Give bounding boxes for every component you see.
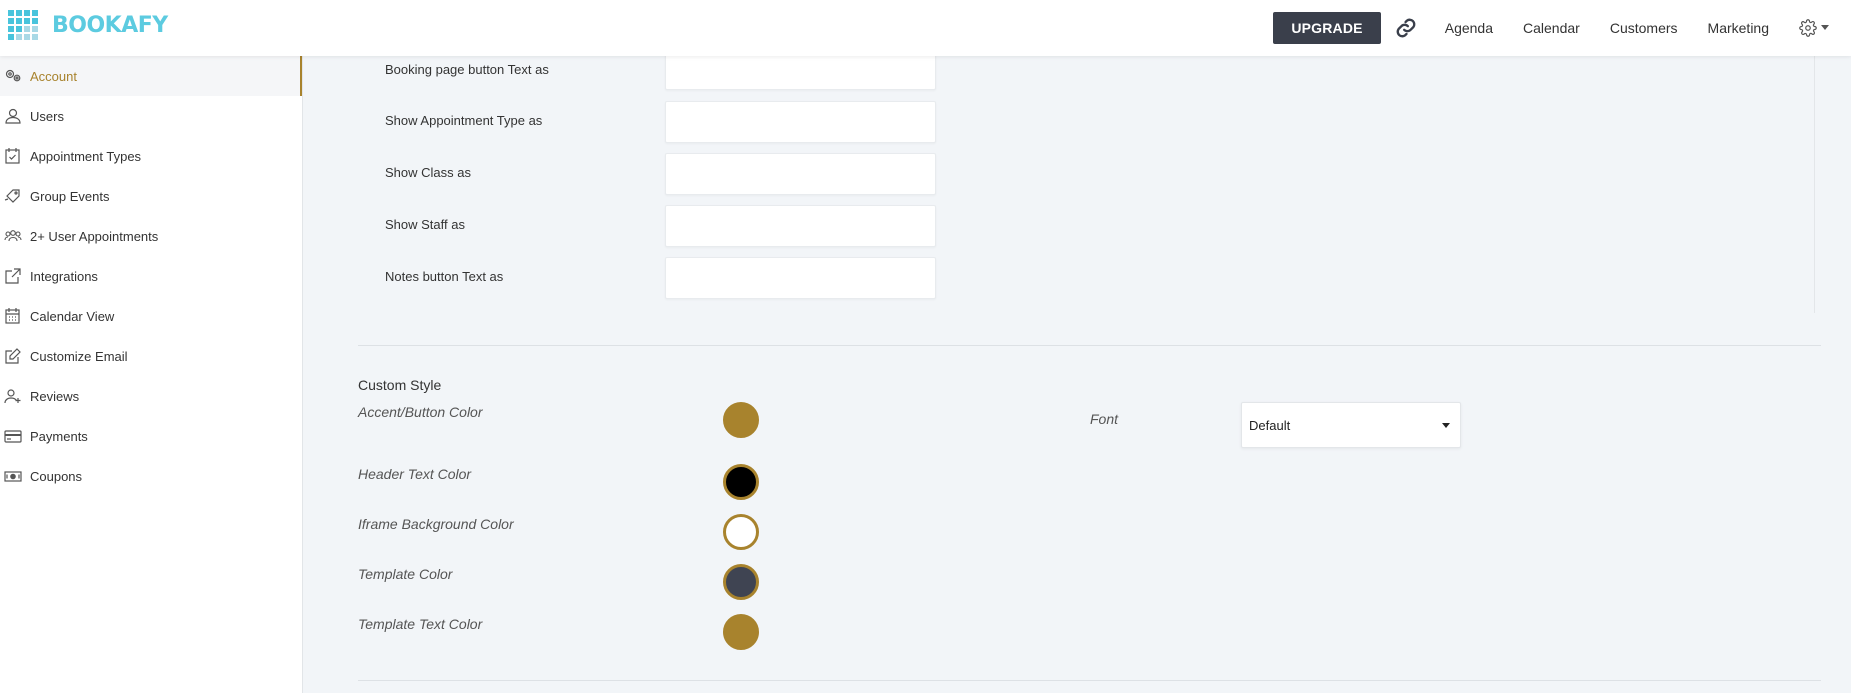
sidebar-item-coupons[interactable]: Coupons xyxy=(0,456,302,496)
upgrade-button[interactable]: UPGRADE xyxy=(1273,11,1381,44)
color-label: Header Text Color xyxy=(358,466,472,482)
sidebar-item-label: Account xyxy=(30,68,77,84)
nav-customers[interactable]: Customers xyxy=(1610,20,1678,36)
tag-icon xyxy=(4,187,22,205)
sidebar-item-label: Users xyxy=(30,108,64,124)
sidebar-item-reviews[interactable]: Reviews xyxy=(0,376,302,416)
user-icon xyxy=(4,107,22,125)
sidebar: Account Users Appointment Types Group Ev… xyxy=(0,56,303,693)
sidebar-item-payments[interactable]: Payments xyxy=(0,416,302,456)
font-select-value: Default xyxy=(1249,418,1291,433)
custom-style-title: Custom Style xyxy=(358,377,442,393)
sidebar-item-label: Payments xyxy=(30,428,88,444)
link-icon[interactable] xyxy=(1395,17,1417,39)
sidebar-item-users[interactable]: Users xyxy=(0,96,302,136)
gear-icon xyxy=(1799,18,1817,37)
nav-calendar[interactable]: Calendar xyxy=(1523,20,1580,36)
template-text-color-swatch[interactable] xyxy=(723,614,759,650)
font-select[interactable]: Default xyxy=(1241,402,1461,448)
calendar-check-icon xyxy=(4,147,22,165)
credit-card-icon xyxy=(4,427,22,445)
staff-text-input[interactable] xyxy=(665,205,936,247)
sidebar-item-group-events[interactable]: Group Events xyxy=(0,176,302,216)
template-color-swatch[interactable] xyxy=(723,564,759,600)
field-label: Show Staff as xyxy=(385,217,465,232)
calendar-icon xyxy=(4,307,22,325)
sidebar-item-calendar-view[interactable]: Calendar View xyxy=(0,296,302,336)
font-label: Font xyxy=(1090,411,1119,427)
chevron-down-icon xyxy=(1442,423,1450,428)
section-divider xyxy=(358,345,1821,346)
nav-agenda[interactable]: Agenda xyxy=(1445,20,1493,36)
top-nav: UPGRADE Agenda Calendar Customers Market… xyxy=(1273,11,1851,44)
iframe-background-color-swatch[interactable] xyxy=(723,514,759,550)
money-icon xyxy=(4,467,22,485)
panel-divider xyxy=(1814,56,1815,313)
accent-color-swatch[interactable] xyxy=(723,402,759,438)
top-bar: BOOKAFY UPGRADE Agenda Calendar Customer… xyxy=(0,0,1851,56)
field-label: Booking page button Text as xyxy=(385,62,549,77)
sidebar-item-label: Group Events xyxy=(30,188,110,204)
class-text-input[interactable] xyxy=(665,153,936,195)
sidebar-item-integrations[interactable]: Integrations xyxy=(0,256,302,296)
appointment-type-text-input[interactable] xyxy=(665,101,936,143)
field-label: Show Class as xyxy=(385,165,471,180)
sidebar-item-label: Coupons xyxy=(30,468,83,484)
settings-menu[interactable] xyxy=(1799,18,1829,37)
header-text-color-swatch[interactable] xyxy=(723,464,759,500)
user-plus-icon xyxy=(4,387,22,405)
sidebar-item-label: Reviews xyxy=(30,388,80,404)
sidebar-item-label: Calendar View xyxy=(30,308,115,324)
logo-text: BOOKAFY xyxy=(52,12,168,38)
color-label: Accent/Button Color xyxy=(358,404,483,420)
users-group-icon xyxy=(4,227,22,245)
color-label: Template Text Color xyxy=(358,616,483,632)
chevron-down-icon xyxy=(1821,25,1829,30)
gears-icon xyxy=(4,67,22,85)
edit-icon xyxy=(4,347,22,365)
color-label: Iframe Background Color xyxy=(358,516,514,532)
color-label: Template Color xyxy=(358,566,453,582)
logo-grid-icon xyxy=(8,10,40,40)
booking-button-text-input[interactable] xyxy=(665,50,936,90)
nav-marketing[interactable]: Marketing xyxy=(1708,20,1769,36)
logo[interactable]: BOOKAFY xyxy=(8,10,168,40)
sidebar-item-label: Appointment Types xyxy=(30,148,142,164)
sidebar-item-multi-user-appointments[interactable]: 2+ User Appointments xyxy=(0,216,302,256)
sidebar-item-customize-email[interactable]: Customize Email xyxy=(0,336,302,376)
field-label: Notes button Text as xyxy=(385,269,504,284)
sidebar-item-label: 2+ User Appointments xyxy=(30,228,159,244)
sidebar-item-appointment-types[interactable]: Appointment Types xyxy=(0,136,302,176)
sidebar-item-label: Integrations xyxy=(30,268,98,284)
field-label: Show Appointment Type as xyxy=(385,113,543,128)
sidebar-item-account[interactable]: Account xyxy=(0,56,302,96)
notes-button-text-input[interactable] xyxy=(665,257,936,299)
external-link-icon xyxy=(4,267,22,285)
sidebar-item-label: Customize Email xyxy=(30,348,128,364)
section-divider xyxy=(358,680,1821,681)
